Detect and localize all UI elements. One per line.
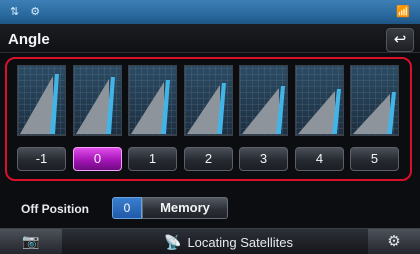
back-button[interactable]: ↩	[386, 28, 414, 52]
angle-button[interactable]: 0	[73, 147, 122, 171]
status-icons-left: ⇅ ⚙	[10, 6, 45, 18]
angle-button[interactable]: 3	[239, 147, 288, 171]
signal-icon: 📶	[396, 6, 410, 18]
angle-button[interactable]: 5	[350, 147, 399, 171]
angle-button[interactable]: 4	[295, 147, 344, 171]
angle-preview-tile[interactable]	[128, 65, 177, 136]
off-position-value[interactable]: 0	[112, 197, 142, 219]
bottom-bar: 📷 📡 Locating Satellites ⚙	[0, 228, 420, 254]
angle-preview-tile[interactable]	[239, 65, 288, 136]
memory-button[interactable]: Memory	[142, 197, 228, 219]
settings-button[interactable]: ⚙	[368, 229, 420, 254]
angle-button[interactable]: -1	[17, 147, 66, 171]
status-bar: ⇅ ⚙ 📶	[0, 0, 420, 24]
back-icon: ↩	[393, 31, 407, 48]
gps-status: 📡 Locating Satellites	[164, 234, 293, 251]
gear-icon: ⚙	[387, 233, 401, 250]
angle-preview-tile[interactable]	[17, 65, 66, 136]
angle-button[interactable]: 2	[184, 147, 233, 171]
angle-preview-tile[interactable]	[295, 65, 344, 136]
angle-preview-tile[interactable]	[73, 65, 122, 136]
camera-icon: 📷	[22, 233, 40, 249]
camera-button[interactable]: 📷	[0, 229, 62, 254]
angle-preview-tile[interactable]	[184, 65, 233, 136]
title-bar: Angle ↩	[0, 24, 420, 53]
off-position-label: Off Position	[21, 202, 89, 216]
satellite-icon: 📡	[164, 234, 182, 250]
gps-status-text: Locating Satellites	[187, 235, 293, 250]
angle-preview-tile[interactable]	[350, 65, 399, 136]
page-title: Angle	[8, 31, 50, 48]
angle-button[interactable]: 1	[128, 147, 177, 171]
